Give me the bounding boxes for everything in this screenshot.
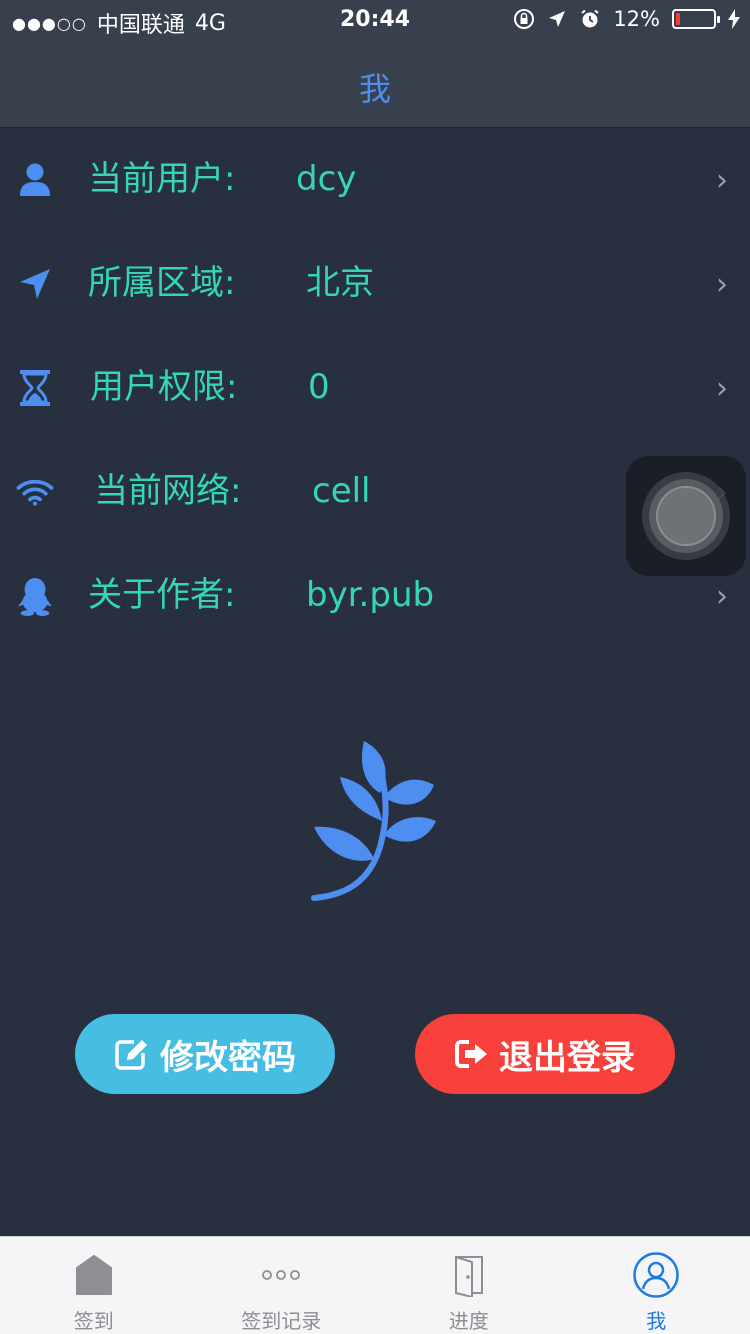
battery-icon bbox=[672, 9, 720, 29]
rotation-lock-icon bbox=[514, 9, 535, 29]
charging-bolt-icon bbox=[728, 9, 740, 29]
tab-progress[interactable]: 进度 bbox=[375, 1237, 563, 1334]
change-password-button[interactable]: 修改密码 bbox=[75, 1014, 335, 1094]
row-value: 0 bbox=[308, 367, 330, 407]
logout-button[interactable]: 退出登录 bbox=[415, 1014, 675, 1094]
row-value: cell bbox=[312, 471, 371, 511]
chevron-right-icon: › bbox=[716, 371, 728, 406]
wifi-icon bbox=[16, 472, 54, 512]
assistive-touch-button[interactable] bbox=[626, 456, 746, 576]
logout-label: 退出登录 bbox=[499, 1037, 635, 1078]
hourglass-icon bbox=[16, 368, 54, 408]
page-title: 我 bbox=[358, 70, 391, 108]
row-label: 所属区域: bbox=[88, 263, 236, 303]
chevron-right-icon: › bbox=[716, 267, 728, 302]
assistive-touch-inner-ring bbox=[649, 479, 723, 553]
row-label: 当前用户: bbox=[88, 159, 236, 199]
row-region[interactable]: 所属区域: 北京 › bbox=[0, 232, 750, 336]
location-arrow-icon bbox=[16, 264, 54, 304]
person-circle-icon bbox=[632, 1251, 680, 1299]
home-icon bbox=[75, 1251, 113, 1299]
location-services-icon bbox=[549, 11, 566, 27]
tab-label: 签到记录 bbox=[241, 1309, 322, 1333]
row-label: 关于作者: bbox=[88, 575, 236, 615]
battery-percent: 12% bbox=[613, 7, 660, 31]
user-icon bbox=[16, 160, 54, 200]
navigation-bar: 我 bbox=[0, 40, 750, 128]
row-label: 用户权限: bbox=[90, 367, 238, 407]
sign-out-icon bbox=[455, 1040, 487, 1068]
leaf-logo-icon bbox=[311, 741, 436, 901]
tab-bar: 签到 签到记录 进度 我 bbox=[0, 1236, 750, 1334]
chevron-right-icon: › bbox=[716, 163, 728, 198]
assistive-touch-ring bbox=[642, 472, 730, 560]
chevron-right-icon: › bbox=[716, 579, 728, 614]
tab-me[interactable]: 我 bbox=[563, 1237, 750, 1334]
more-dots-icon bbox=[261, 1251, 301, 1299]
door-icon bbox=[452, 1251, 486, 1299]
tab-label: 签到 bbox=[73, 1309, 114, 1333]
row-current-user[interactable]: 当前用户: dcy › bbox=[0, 128, 750, 232]
status-bar: ●●●○○ 中国联通 4G 20:44 12% bbox=[0, 0, 750, 40]
status-bar-right: 12% bbox=[513, 7, 740, 31]
qq-penguin-icon bbox=[16, 576, 54, 616]
tab-label: 进度 bbox=[448, 1309, 489, 1333]
alarm-icon bbox=[581, 9, 599, 28]
row-value: 北京 bbox=[306, 263, 374, 303]
change-password-label: 修改密码 bbox=[160, 1037, 296, 1078]
battery-level bbox=[676, 13, 680, 25]
row-label: 当前网络: bbox=[94, 471, 242, 511]
tab-label: 我 bbox=[646, 1309, 667, 1333]
row-value: byr.pub bbox=[306, 575, 435, 615]
assistive-touch-dot bbox=[656, 486, 716, 546]
edit-icon bbox=[115, 1040, 147, 1070]
tab-checkin[interactable]: 签到 bbox=[0, 1237, 188, 1334]
row-value: dcy bbox=[296, 159, 357, 199]
row-permission[interactable]: 用户权限: 0 › bbox=[0, 336, 750, 440]
tab-checkin-records[interactable]: 签到记录 bbox=[188, 1237, 376, 1334]
